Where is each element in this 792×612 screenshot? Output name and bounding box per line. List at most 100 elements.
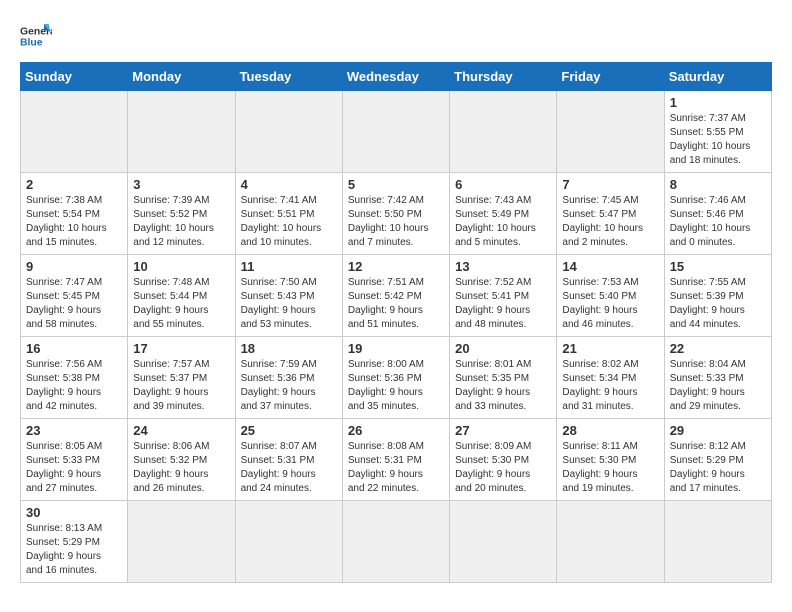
day-number: 16 (26, 341, 122, 356)
day-number: 13 (455, 259, 551, 274)
day-number: 12 (348, 259, 444, 274)
day-info: Sunrise: 8:02 AM Sunset: 5:34 PM Dayligh… (562, 358, 658, 414)
calendar-cell: 7 Sunrise: 7:45 AM Sunset: 5:47 PM Daylig… (557, 173, 664, 255)
day-number: 11 (241, 259, 337, 274)
calendar-week-4: 23 Sunrise: 8:05 AM Sunset: 5:33 PM Dayli… (21, 419, 772, 501)
calendar-cell: 13 Sunrise: 7:52 AM Sunset: 5:41 PM Dayli… (450, 255, 557, 337)
calendar-cell (128, 501, 235, 583)
day-info: Sunrise: 8:13 AM Sunset: 5:29 PM Dayligh… (26, 522, 122, 578)
calendar-cell: 21Sunrise: 8:02 AM Sunset: 5:34 PM Dayli… (557, 337, 664, 419)
day-info: Sunrise: 7:39 AM Sunset: 5:52 PM Dayligh… (133, 194, 229, 250)
calendar-cell: 25Sunrise: 8:07 AM Sunset: 5:31 PM Dayli… (235, 419, 342, 501)
calendar-cell: 1Sunrise: 7:37 AM Sunset: 5:55 PM Daylig… (664, 91, 771, 173)
svg-text:Blue: Blue (20, 38, 43, 49)
day-info: Sunrise: 7:48 AM Sunset: 5:44 PM Dayligh… (133, 276, 229, 332)
day-number: 26 (348, 423, 444, 438)
day-info: Sunrise: 8:12 AM Sunset: 5:29 PM Dayligh… (670, 440, 766, 496)
day-number: 8 (670, 177, 766, 192)
day-number: 29 (670, 423, 766, 438)
calendar-cell: 14 Sunrise: 7:53 AM Sunset: 5:40 PM Dayli… (557, 255, 664, 337)
calendar-cell (235, 91, 342, 173)
weekday-header-friday: Friday (557, 63, 664, 91)
day-info: Sunrise: 8:05 AM Sunset: 5:33 PM Dayligh… (26, 440, 122, 496)
logo-icon: General Blue (20, 20, 52, 52)
day-number: 28 (562, 423, 658, 438)
weekday-header-monday: Monday (128, 63, 235, 91)
day-number: 14 (562, 259, 658, 274)
calendar-table: SundayMondayTuesdayWednesdayThursdayFrid… (20, 62, 772, 583)
day-info: Sunrise: 8:08 AM Sunset: 5:31 PM Dayligh… (348, 440, 444, 496)
calendar-week-2: 9Sunrise: 7:47 AM Sunset: 5:45 PM Daylig… (21, 255, 772, 337)
day-number: 7 (562, 177, 658, 192)
day-number: 2 (26, 177, 122, 192)
calendar-cell: 24Sunrise: 8:06 AM Sunset: 5:32 PM Dayli… (128, 419, 235, 501)
day-info: Sunrise: 7:57 AM Sunset: 5:37 PM Dayligh… (133, 358, 229, 414)
calendar-cell: 5 Sunrise: 7:42 AM Sunset: 5:50 PM Daylig… (342, 173, 449, 255)
calendar-cell: 22Sunrise: 8:04 AM Sunset: 5:33 PM Dayli… (664, 337, 771, 419)
day-info: Sunrise: 7:42 AM Sunset: 5:50 PM Dayligh… (348, 194, 444, 250)
day-number: 9 (26, 259, 122, 274)
calendar-week-1: 2 Sunrise: 7:38 AM Sunset: 5:54 PM Daylig… (21, 173, 772, 255)
calendar-cell: 3 Sunrise: 7:39 AM Sunset: 5:52 PM Daylig… (128, 173, 235, 255)
day-number: 5 (348, 177, 444, 192)
calendar-cell (21, 91, 128, 173)
calendar-cell: 20 Sunrise: 8:01 AM Sunset: 5:35 PM Dayli… (450, 337, 557, 419)
calendar-cell: 12 Sunrise: 7:51 AM Sunset: 5:42 PM Dayli… (342, 255, 449, 337)
calendar-cell: 30 Sunrise: 8:13 AM Sunset: 5:29 PM Dayli… (21, 501, 128, 583)
day-number: 30 (26, 505, 122, 520)
day-number: 27 (455, 423, 551, 438)
calendar-cell: 4Sunrise: 7:41 AM Sunset: 5:51 PM Daylig… (235, 173, 342, 255)
calendar-cell: 19 Sunrise: 8:00 AM Sunset: 5:36 PM Dayli… (342, 337, 449, 419)
day-info: Sunrise: 7:43 AM Sunset: 5:49 PM Dayligh… (455, 194, 551, 250)
day-info: Sunrise: 7:51 AM Sunset: 5:42 PM Dayligh… (348, 276, 444, 332)
day-info: Sunrise: 7:38 AM Sunset: 5:54 PM Dayligh… (26, 194, 122, 250)
calendar-cell: 16 Sunrise: 7:56 AM Sunset: 5:38 PM Dayli… (21, 337, 128, 419)
calendar-cell: 11Sunrise: 7:50 AM Sunset: 5:43 PM Dayli… (235, 255, 342, 337)
day-number: 23 (26, 423, 122, 438)
weekday-header-sunday: Sunday (21, 63, 128, 91)
calendar-cell: 10 Sunrise: 7:48 AM Sunset: 5:44 PM Dayli… (128, 255, 235, 337)
calendar-header-row: SundayMondayTuesdayWednesdayThursdayFrid… (21, 63, 772, 91)
day-number: 6 (455, 177, 551, 192)
weekday-header-wednesday: Wednesday (342, 63, 449, 91)
calendar-cell: 15 Sunrise: 7:55 AM Sunset: 5:39 PM Dayli… (664, 255, 771, 337)
day-info: Sunrise: 8:01 AM Sunset: 5:35 PM Dayligh… (455, 358, 551, 414)
day-info: Sunrise: 7:56 AM Sunset: 5:38 PM Dayligh… (26, 358, 122, 414)
day-info: Sunrise: 8:06 AM Sunset: 5:32 PM Dayligh… (133, 440, 229, 496)
calendar-cell (342, 501, 449, 583)
day-number: 10 (133, 259, 229, 274)
day-info: Sunrise: 7:45 AM Sunset: 5:47 PM Dayligh… (562, 194, 658, 250)
day-number: 15 (670, 259, 766, 274)
calendar-cell (235, 501, 342, 583)
day-info: Sunrise: 8:04 AM Sunset: 5:33 PM Dayligh… (670, 358, 766, 414)
weekday-header-tuesday: Tuesday (235, 63, 342, 91)
day-info: Sunrise: 7:55 AM Sunset: 5:39 PM Dayligh… (670, 276, 766, 332)
day-number: 19 (348, 341, 444, 356)
calendar-week-0: 1Sunrise: 7:37 AM Sunset: 5:55 PM Daylig… (21, 91, 772, 173)
calendar-cell: 27 Sunrise: 8:09 AM Sunset: 5:30 PM Dayli… (450, 419, 557, 501)
calendar-week-5: 30 Sunrise: 8:13 AM Sunset: 5:29 PM Dayli… (21, 501, 772, 583)
day-number: 18 (241, 341, 337, 356)
day-number: 3 (133, 177, 229, 192)
day-info: Sunrise: 7:53 AM Sunset: 5:40 PM Dayligh… (562, 276, 658, 332)
calendar-cell: 28 Sunrise: 8:11 AM Sunset: 5:30 PM Dayli… (557, 419, 664, 501)
day-info: Sunrise: 8:07 AM Sunset: 5:31 PM Dayligh… (241, 440, 337, 496)
weekday-header-thursday: Thursday (450, 63, 557, 91)
day-number: 20 (455, 341, 551, 356)
day-info: Sunrise: 8:09 AM Sunset: 5:30 PM Dayligh… (455, 440, 551, 496)
calendar-cell: 2 Sunrise: 7:38 AM Sunset: 5:54 PM Daylig… (21, 173, 128, 255)
day-info: Sunrise: 7:52 AM Sunset: 5:41 PM Dayligh… (455, 276, 551, 332)
calendar-cell: 18Sunrise: 7:59 AM Sunset: 5:36 PM Dayli… (235, 337, 342, 419)
day-info: Sunrise: 8:00 AM Sunset: 5:36 PM Dayligh… (348, 358, 444, 414)
day-number: 17 (133, 341, 229, 356)
calendar-cell (450, 501, 557, 583)
calendar-cell (450, 91, 557, 173)
day-info: Sunrise: 8:11 AM Sunset: 5:30 PM Dayligh… (562, 440, 658, 496)
calendar-cell: 26 Sunrise: 8:08 AM Sunset: 5:31 PM Dayli… (342, 419, 449, 501)
calendar-cell (128, 91, 235, 173)
calendar-cell: 8Sunrise: 7:46 AM Sunset: 5:46 PM Daylig… (664, 173, 771, 255)
calendar-cell: 23 Sunrise: 8:05 AM Sunset: 5:33 PM Dayli… (21, 419, 128, 501)
page-header: General Blue (20, 20, 772, 52)
day-info: Sunrise: 7:37 AM Sunset: 5:55 PM Dayligh… (670, 112, 766, 168)
calendar-cell (342, 91, 449, 173)
